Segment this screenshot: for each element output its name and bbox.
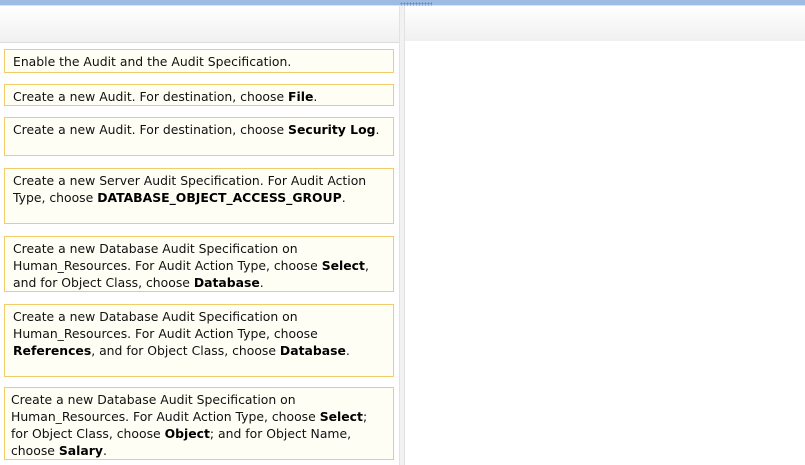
option-keyword: Database	[279, 343, 346, 358]
option-text: Create a new Database Audit Specificatio…	[11, 392, 320, 424]
right-pane-header	[405, 6, 805, 41]
option-text: Create a new Audit. For destination, cho…	[13, 89, 289, 104]
option-text: .	[313, 89, 318, 104]
option-keyword: Security Log	[288, 122, 376, 137]
option-keyword: Select	[321, 258, 365, 273]
option-keyword: File	[288, 89, 314, 104]
option-db-audit-spec-references-database[interactable]: Create a new Database Audit Specificatio…	[4, 304, 394, 377]
option-text: .	[345, 343, 350, 358]
option-audit-file[interactable]: Create a new Audit. For destination, cho…	[4, 84, 394, 106]
option-keyword: Salary	[58, 443, 103, 458]
option-keyword: References	[13, 343, 92, 358]
option-text: Create a new Database Audit Specificatio…	[13, 241, 322, 273]
option-keyword: Object	[164, 426, 210, 441]
option-keyword: DATABASE_OBJECT_ACCESS_GROUP	[97, 190, 342, 205]
option-text: .	[259, 275, 264, 290]
option-db-audit-spec-select-object-salary[interactable]: Create a new Database Audit Specificatio…	[4, 387, 394, 460]
option-text: Create a new Database Audit Specificatio…	[13, 309, 318, 341]
option-text: .	[375, 122, 380, 137]
option-audit-security-log[interactable]: Create a new Audit. For destination, cho…	[4, 117, 394, 156]
option-text: .	[341, 190, 346, 205]
option-keyword: Select	[319, 409, 363, 424]
option-enable-audit[interactable]: Enable the Audit and the Audit Specifica…	[4, 49, 394, 73]
option-text: Enable the Audit and the Audit Specifica…	[13, 54, 292, 69]
option-text: .	[102, 443, 107, 458]
option-server-audit-spec[interactable]: Create a new Server Audit Specification.…	[4, 168, 394, 224]
option-text: Create a new Audit. For destination, cho…	[13, 122, 289, 137]
answer-drop-area[interactable]	[405, 41, 805, 465]
option-db-audit-spec-select-database[interactable]: Create a new Database Audit Specificatio…	[4, 236, 394, 292]
option-keyword: Database	[193, 275, 260, 290]
option-text: , and for Object Class, choose	[91, 343, 280, 358]
left-pane-header	[0, 6, 399, 43]
